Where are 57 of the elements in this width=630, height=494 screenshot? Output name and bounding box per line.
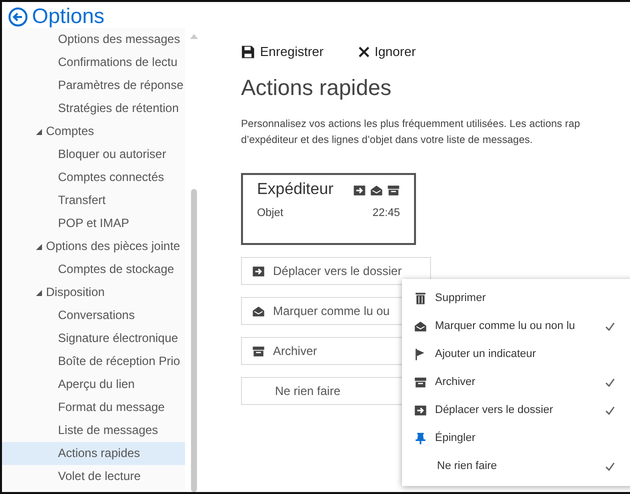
archive-icon <box>414 376 427 388</box>
nav-item[interactable]: Format du message <box>2 396 185 419</box>
nav-item[interactable]: Liste de messages <box>2 419 185 442</box>
nav-item[interactable]: Transfert <box>2 189 185 212</box>
open-envelope-icon <box>252 304 265 318</box>
open-envelope-icon <box>370 184 383 196</box>
nav-item[interactable]: Confirmations de lectu <box>2 51 185 74</box>
scroll-up-icon[interactable] <box>190 34 198 39</box>
menu-item[interactable]: Supprimer <box>435 292 597 304</box>
menu-item[interactable]: Ne rien faire <box>437 460 597 472</box>
flag-icon <box>414 348 427 360</box>
nav-item[interactable]: Paramètres de réponse <box>2 74 185 97</box>
menu-item[interactable]: Ajouter un indicateur <box>435 348 597 360</box>
back-icon[interactable] <box>8 7 28 27</box>
close-icon <box>358 46 370 58</box>
save-icon <box>241 44 255 58</box>
nav-item[interactable]: Comptes de stockage <box>2 258 185 281</box>
subject-text: Objet <box>257 207 284 219</box>
nav-item[interactable]: POP et IMAP <box>2 212 185 235</box>
nav-item[interactable]: Actions rapides <box>2 442 185 465</box>
sender-text: Expéditeur <box>257 181 334 199</box>
menu-item[interactable]: Épingler <box>435 432 597 444</box>
open-envelope-icon <box>414 320 427 332</box>
arrow-square-icon <box>414 404 427 416</box>
nav-item[interactable]: Bloquer ou autoriser <box>2 143 185 166</box>
caret-icon <box>36 244 42 250</box>
nav-item[interactable]: Aperçu du lien <box>2 373 185 396</box>
menu-item[interactable]: Déplacer vers le dossier <box>435 404 597 416</box>
nav-group[interactable]: Options des pièces jointe <box>2 235 185 258</box>
archive-icon <box>387 184 400 196</box>
archive-icon <box>252 344 265 358</box>
arrow-square-icon <box>353 184 366 196</box>
description-text: d’expéditeur et des lignes d’objet dans votre liste de messages. <box>241 134 534 148</box>
time-text: 22:45 <box>372 207 400 219</box>
nav-item[interactable]: Conversations <box>2 304 185 327</box>
arrow-square-icon <box>252 264 265 278</box>
nav-item[interactable]: Boîte de réception Prio <box>2 350 185 373</box>
menu-item[interactable]: Archiver <box>435 376 597 388</box>
nav-item[interactable]: Options des messages <box>2 28 185 51</box>
toolbar-button[interactable]: Ignorer <box>358 44 416 59</box>
nav-item[interactable]: Stratégies de rétention <box>2 97 185 120</box>
pin-icon <box>414 432 427 444</box>
nav-group[interactable]: Disposition <box>2 281 185 304</box>
caret-icon <box>36 129 42 135</box>
description-text: Personnalisez vos actions les plus fréquemment utilisées. Les actions rap <box>241 118 582 132</box>
menu-item[interactable]: Marquer comme lu ou non lu <box>435 320 597 332</box>
toolbar-button[interactable]: Enregistrer <box>241 44 324 59</box>
nav-item[interactable]: Comptes connectés <box>2 166 185 189</box>
nav-item[interactable]: Volet de lecture <box>2 465 185 488</box>
nav-group[interactable]: Comptes <box>2 120 185 143</box>
caret-icon <box>36 290 42 296</box>
trash-icon <box>414 292 427 304</box>
page-header-title: Options <box>32 5 104 29</box>
page-title: Actions rapides <box>241 75 392 101</box>
nav-item[interactable]: Signature électronique <box>2 327 185 350</box>
action-dropdown[interactable]: Déplacer vers le dossier <box>241 257 431 285</box>
scrollbar-thumb[interactable] <box>190 189 196 492</box>
